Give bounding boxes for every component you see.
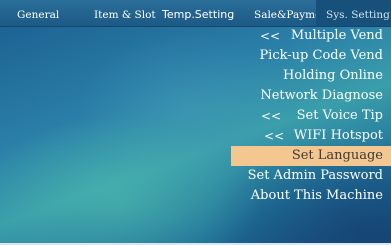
menu-item-about-this-machine[interactable]: About This Machine	[251, 186, 383, 206]
menu-item-set-voice-tip[interactable]: Set Voice Tip	[297, 106, 383, 126]
settings-screen: General Item & Slot Temp.Setting Sale&Pa…	[0, 0, 391, 245]
menu-arrow-wifi-hotspot: <<	[264, 129, 285, 143]
menu-item-set-admin-password[interactable]: Set Admin Password	[248, 166, 383, 186]
menu-item-holding-online[interactable]: Holding Online	[283, 66, 383, 86]
menu-arrow-multiple-vend: <<	[260, 29, 281, 43]
menu-item-set-language[interactable]: Set Language	[231, 146, 391, 166]
menu-item-multiple-vend[interactable]: Multiple Vend	[291, 26, 383, 46]
menu-item-pickup-code-vend[interactable]: Pick-up Code Vend	[259, 46, 383, 66]
menu-item-wifi-hotspot[interactable]: WIFI Hotspot	[294, 126, 383, 146]
menu-item-network-diagnose[interactable]: Network Diagnose	[260, 86, 383, 106]
menu-arrow-set-voice-tip: <<	[261, 109, 282, 123]
sys-setting-menu: << Multiple Vend Pick-up Code Vend Holdi…	[0, 0, 391, 245]
